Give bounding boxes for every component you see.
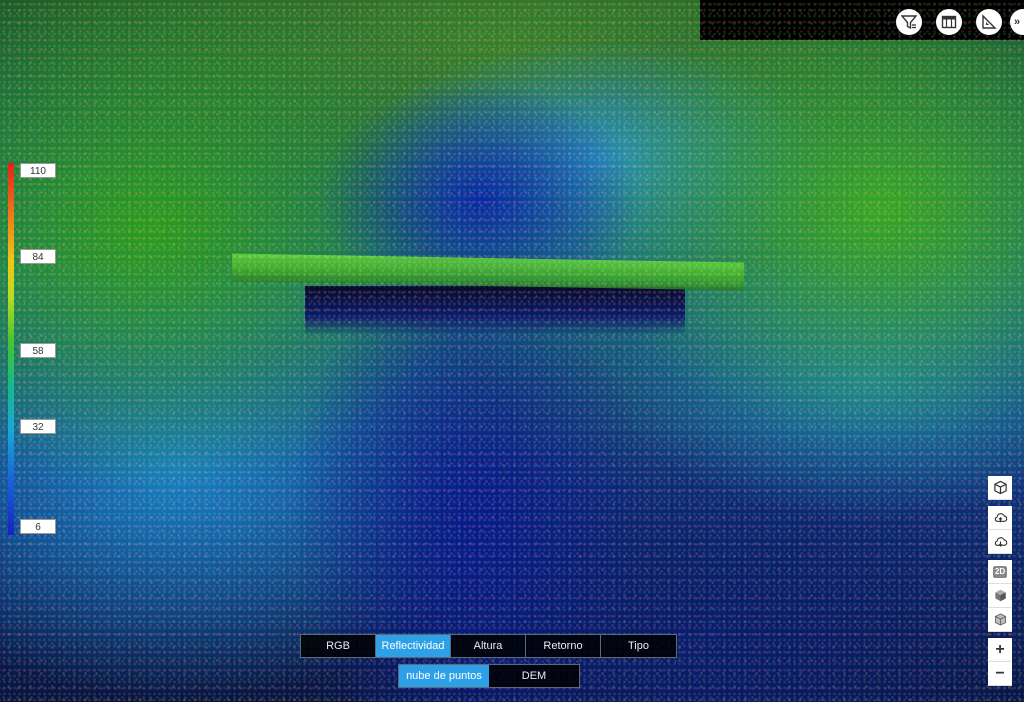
cloud-download-button[interactable] <box>988 530 1012 554</box>
map-layers-button[interactable] <box>936 9 962 35</box>
map-icon <box>941 15 957 29</box>
expand-toolbar-button[interactable]: » <box>1010 9 1024 35</box>
color-mode-tabs: RGB Reflectividad Altura Retorno Tipo <box>300 634 677 658</box>
cloud-controls <box>988 506 1012 554</box>
cube-icon <box>993 480 1007 495</box>
solid-cube-icon <box>994 589 1006 602</box>
tab-reflectividad[interactable]: Reflectividad <box>376 635 451 657</box>
color-ramp <box>8 163 14 535</box>
tab-altura[interactable]: Altura <box>451 635 526 657</box>
tab-tipo[interactable]: Tipo <box>601 635 676 657</box>
reflectivity-scale: 110 84 58 32 6 <box>8 163 56 535</box>
tab-nube-de-puntos[interactable]: nube de puntos <box>399 665 489 687</box>
measure-icon <box>982 14 997 29</box>
view-mode-tabs: nube de puntos DEM <box>398 664 580 688</box>
filter-button[interactable] <box>896 9 922 35</box>
tab-retorno[interactable]: Retorno <box>526 635 601 657</box>
scale-tick-min: 6 <box>20 519 56 534</box>
scale-tick: 58 <box>20 343 56 358</box>
cloud-download-icon <box>994 537 1007 547</box>
textured-cube-icon <box>994 613 1006 626</box>
zoom-out-button[interactable]: − <box>988 662 1012 686</box>
scale-tick: 32 <box>20 419 56 434</box>
cloud-upload-button[interactable] <box>988 506 1012 530</box>
scale-tick-max: 110 <box>20 163 56 178</box>
point-speckle-texture <box>0 0 1024 702</box>
mode-2d-button[interactable]: 2D <box>988 560 1012 584</box>
view-cube-control <box>988 476 1012 500</box>
render-mode-controls: 2D <box>988 560 1012 632</box>
top-toolbar: » <box>882 9 1024 35</box>
tab-rgb[interactable]: RGB <box>301 635 376 657</box>
zoom-in-button[interactable]: + <box>988 638 1012 662</box>
point-cloud-viewport[interactable] <box>0 0 1024 702</box>
scale-tick: 84 <box>20 249 56 264</box>
tab-dem[interactable]: DEM <box>489 665 579 687</box>
mode-3d-button[interactable] <box>988 584 1012 608</box>
zoom-controls: + − <box>988 638 1012 686</box>
measure-button[interactable] <box>976 9 1002 35</box>
mode-2d-label: 2D <box>993 565 1007 578</box>
mode-textured-button[interactable] <box>988 608 1012 632</box>
filter-icon <box>901 15 917 30</box>
view-cube-button[interactable] <box>988 476 1012 500</box>
cloud-upload-icon <box>994 513 1007 523</box>
